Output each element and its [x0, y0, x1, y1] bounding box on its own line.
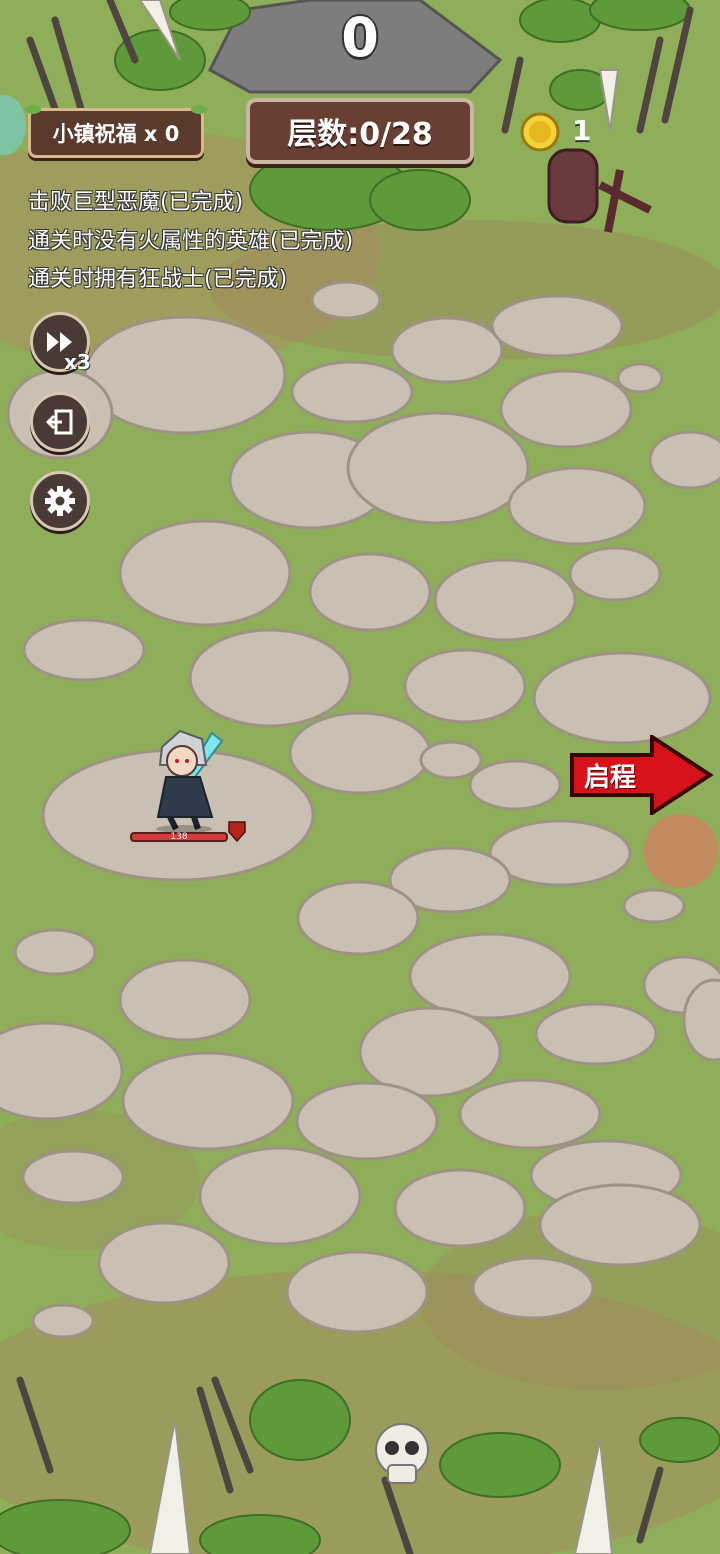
- leaf-icon: [191, 105, 207, 114]
- stone-tile: [648, 430, 720, 490]
- stone-tile: [532, 651, 712, 745]
- hero-character[interactable]: [140, 725, 240, 833]
- hero-hp-value: 138: [170, 832, 188, 842]
- exit-button[interactable]: [30, 392, 90, 452]
- stone-tile: [118, 519, 292, 627]
- stone-tile: [22, 618, 146, 682]
- stone-tile: [13, 928, 97, 976]
- exit-icon: [45, 409, 73, 435]
- speed-multiplier: x3: [64, 350, 91, 374]
- stone-tile: [471, 1256, 595, 1320]
- stone-tile: [288, 711, 432, 795]
- stone-tile: [83, 315, 287, 435]
- stone-tile: [121, 1051, 295, 1151]
- stone-tile: [622, 888, 686, 924]
- stone-tile: [393, 1168, 527, 1248]
- stone-tile: [346, 411, 530, 525]
- stone-tile: [31, 1303, 95, 1339]
- stone-tile: [308, 552, 432, 632]
- stone-tile: [534, 1002, 658, 1066]
- stone-tile: [499, 369, 633, 449]
- stone-tile: [488, 819, 632, 887]
- stone-tile: [296, 880, 420, 956]
- quest-item: 击败巨型恶魔(已完成): [28, 190, 244, 215]
- shield-icon: [228, 821, 246, 842]
- stone-tile: [295, 1081, 439, 1161]
- settings-button[interactable]: [30, 471, 90, 531]
- stone-tile: [568, 546, 662, 602]
- score-plate: 0: [305, 0, 415, 80]
- stone-tile: [97, 1221, 231, 1305]
- stone-tile: [285, 1250, 429, 1334]
- stone-tile: [118, 958, 252, 1042]
- stone-tile: [310, 280, 382, 320]
- coin-icon: [520, 112, 560, 152]
- game-stage[interactable]: 0 小镇祝福 x 0 层数:0/28 1 击败巨型恶魔(已完成) 通关时没有火属…: [0, 0, 720, 1554]
- stone-tile: [433, 558, 577, 642]
- stone-tile: [408, 932, 572, 1020]
- coin-count: 1: [572, 114, 592, 147]
- stone-tile: [390, 316, 504, 384]
- stone-tile: [403, 648, 527, 724]
- level-text: 层数:0/28: [287, 117, 433, 152]
- depart-button-label[interactable]: 启程: [584, 757, 636, 794]
- stone-tile: [616, 362, 664, 394]
- stone-tile: [419, 740, 483, 780]
- stone-tile: [538, 1183, 702, 1267]
- stone-tile: [458, 1078, 602, 1150]
- stone-tile: [198, 1146, 362, 1246]
- blessing-label: 小镇祝福 x 0: [52, 122, 180, 146]
- touch-indicator: [644, 814, 718, 888]
- score-value: 0: [341, 5, 379, 69]
- stone-tile: [290, 360, 414, 424]
- blessing-badge[interactable]: 小镇祝福 x 0: [25, 105, 207, 158]
- stone-tile: [0, 1021, 124, 1121]
- quest-item: 通关时拥有狂战士(已完成): [28, 267, 288, 292]
- quest-item: 通关时没有火属性的英雄(已完成): [28, 229, 354, 254]
- stone-tile: [21, 1149, 125, 1205]
- stone-tile: [507, 466, 647, 546]
- stone-tile: [490, 294, 624, 358]
- leaf-icon: [25, 105, 41, 114]
- level-badge: 层数:0/28: [246, 98, 474, 164]
- stone-tile: [468, 759, 562, 811]
- stone-tile: [188, 628, 352, 728]
- gear-icon: [45, 486, 75, 516]
